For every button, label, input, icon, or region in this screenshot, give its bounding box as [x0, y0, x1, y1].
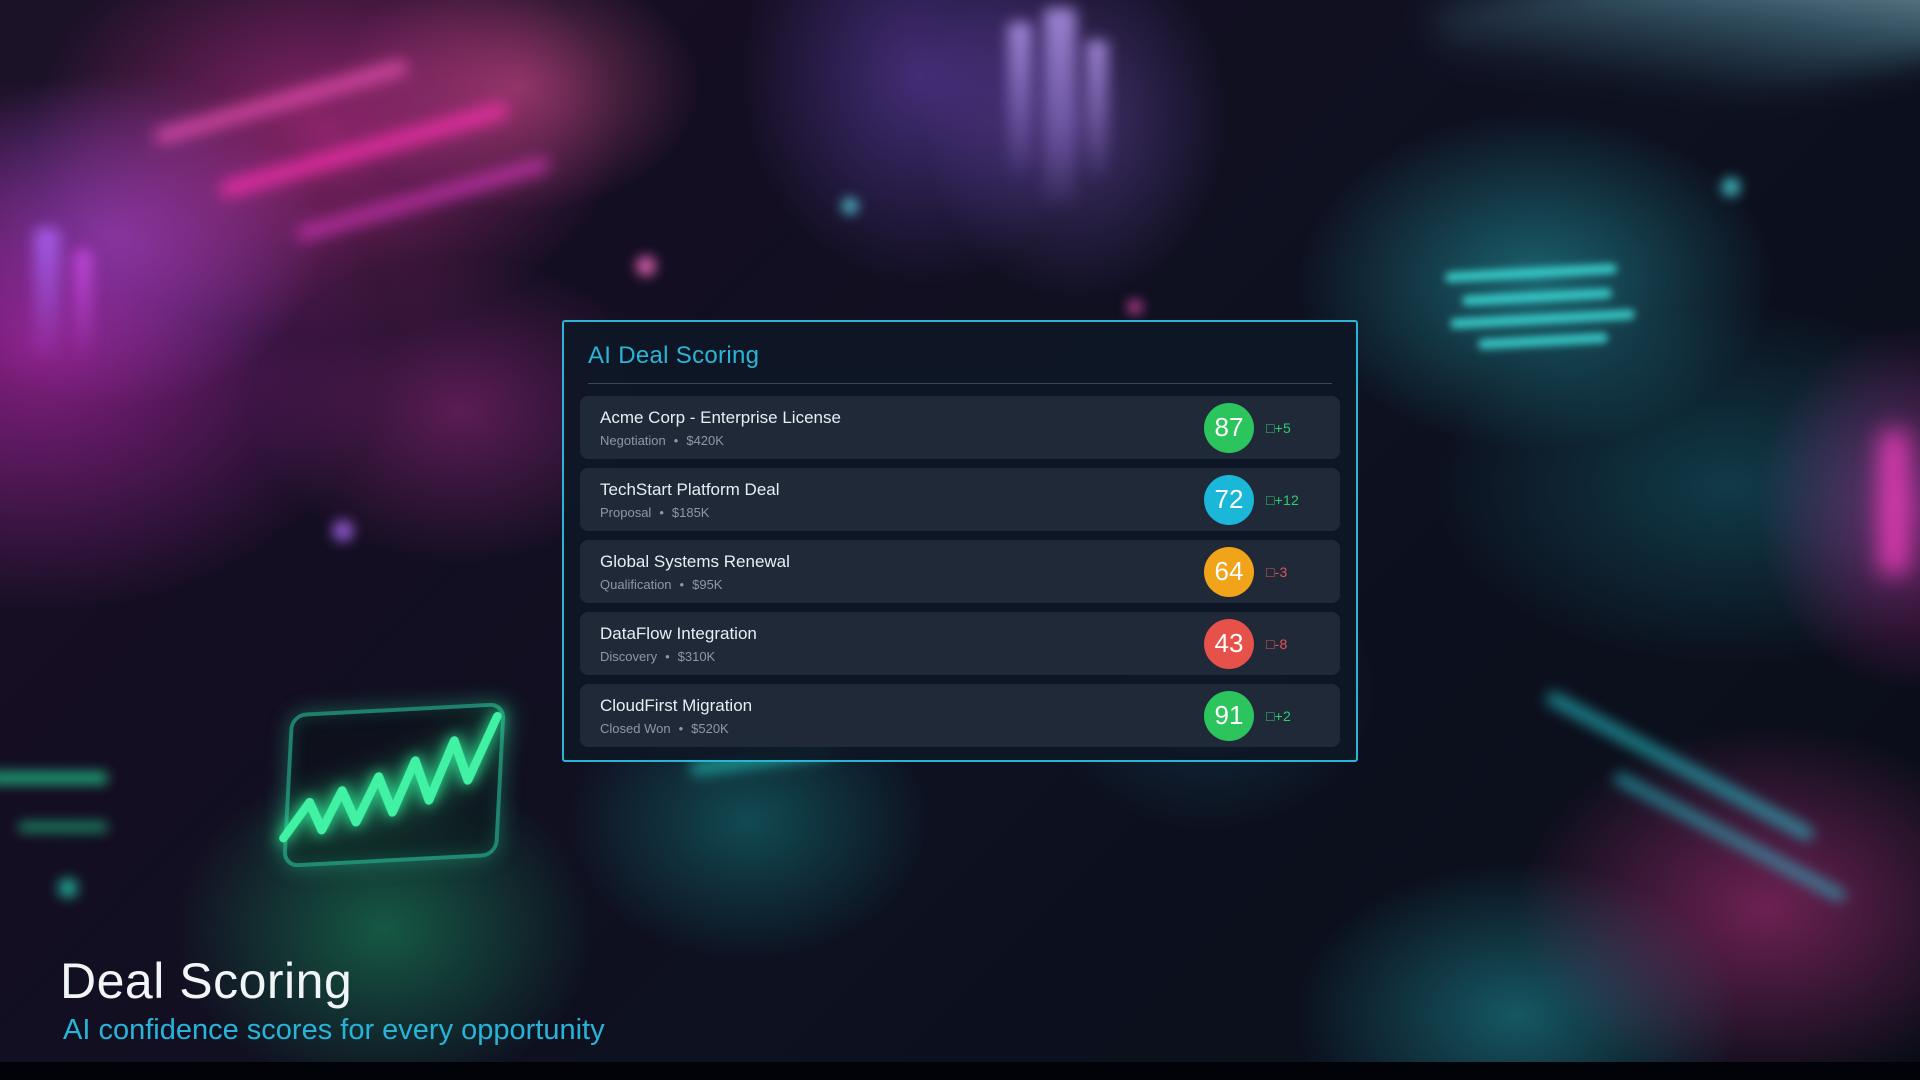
ai-deal-scoring-panel: AI Deal Scoring Acme Corp - Enterprise L… — [562, 320, 1358, 762]
deal-row-cloudfirst[interactable]: CloudFirst Migration Closed Won • $520K 91… — [580, 684, 1340, 747]
oscilloscope-widget — [282, 702, 506, 868]
deal-stage: Discovery — [600, 649, 657, 664]
deal-name: CloudFirst Migration — [600, 696, 1204, 716]
deal-row-techstart[interactable]: TechStart Platform Deal Proposal • $185K 7… — [580, 468, 1340, 531]
page-title: Deal Scoring — [60, 952, 352, 1010]
deal-value: $420K — [686, 433, 724, 448]
deal-value: $185K — [672, 505, 710, 520]
deal-name: Global Systems Renewal — [600, 552, 1204, 572]
waveform-icon — [272, 697, 516, 872]
score-badge: 91 — [1204, 691, 1254, 741]
deal-row-acme[interactable]: Acme Corp - Enterprise License Negotiati… — [580, 396, 1340, 459]
panel-title: AI Deal Scoring — [564, 322, 1356, 369]
score-badge: 72 — [1204, 475, 1254, 525]
score-badge: 64 — [1204, 547, 1254, 597]
meta-separator: • — [679, 721, 684, 736]
deal-list: Acme Corp - Enterprise License Negotiati… — [564, 384, 1356, 763]
meta-separator: • — [659, 505, 664, 520]
deal-row-dataflow[interactable]: DataFlow Integration Discovery•$310K 43 … — [580, 612, 1340, 675]
deal-name: Acme Corp - Enterprise License — [600, 408, 1204, 428]
deal-stage: Qualification — [600, 577, 672, 592]
score-badge: 87 — [1204, 403, 1254, 453]
score-delta: □-3 — [1266, 564, 1320, 580]
score-delta: □+5 — [1266, 420, 1320, 436]
score-delta: □-8 — [1266, 636, 1320, 652]
deal-info: TechStart Platform Deal Proposal • $185K — [600, 480, 1204, 520]
deal-stage: Negotiation — [600, 433, 666, 448]
meta-separator: • — [674, 433, 679, 448]
deal-row-global-systems[interactable]: Global Systems Renewal Qualification • $95… — [580, 540, 1340, 603]
deal-meta: Discovery • $310K — [600, 649, 1204, 664]
deal-stage: Proposal — [600, 505, 651, 520]
deal-info: CloudFirst Migration Closed Won • $520K — [600, 696, 1204, 736]
page-subtitle: AI confidence scores for every opportuni… — [63, 1014, 605, 1047]
deal-meta: Proposal • $185K — [600, 505, 1204, 520]
bottom-bar — [0, 1062, 1920, 1080]
score-delta: □+2 — [1266, 708, 1320, 724]
meta-separator: • — [665, 649, 670, 664]
deal-info: Acme Corp - Enterprise License Negotiati… — [600, 408, 1204, 448]
deal-value: $520K — [691, 721, 729, 736]
deal-value: $310K — [678, 649, 716, 664]
meta-separator: • — [680, 577, 685, 592]
score-delta: □+12 — [1266, 492, 1320, 508]
deal-stage: Closed Won — [600, 721, 671, 736]
deal-info: DataFlow Integration Discovery • $310K — [600, 624, 1204, 664]
score-badge: 43 — [1204, 619, 1254, 669]
deal-info: Global Systems Renewal Qualification • $95… — [600, 552, 1204, 592]
deal-meta: Negotiation • $420K — [600, 433, 1204, 448]
deal-value: $95K — [692, 577, 722, 592]
deal-meta: Closed Won • $520K — [600, 721, 1204, 736]
deal-meta: Qualification • $95K — [600, 577, 1204, 592]
deal-name: TechStart Platform Deal — [600, 480, 1204, 500]
deal-name: DataFlow Integration — [600, 624, 1204, 644]
